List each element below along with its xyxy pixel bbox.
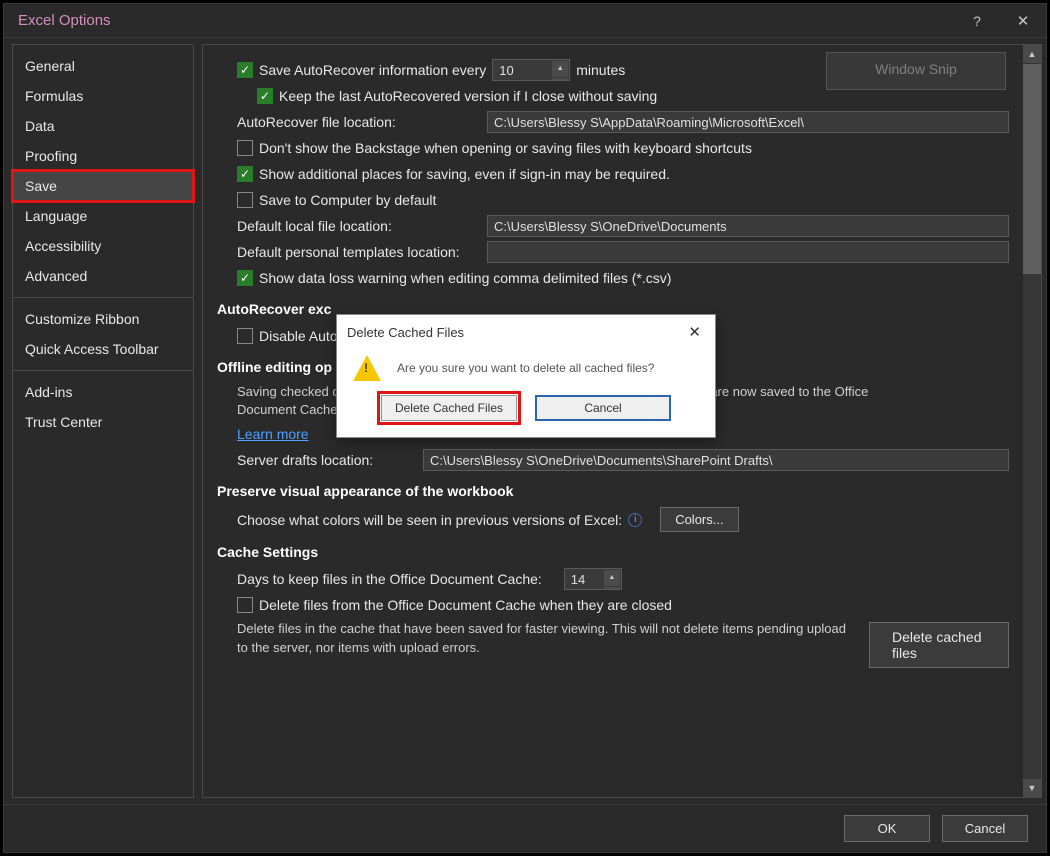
label-server-drafts: Server drafts location: xyxy=(237,452,417,468)
spin-up-icon[interactable]: ▲ xyxy=(604,570,620,586)
sidebar-item-data[interactable]: Data xyxy=(13,111,193,141)
sidebar-item-formulas[interactable]: Formulas xyxy=(13,81,193,111)
spin-down-icon[interactable]: ▼ xyxy=(604,587,620,590)
dialog-close-button[interactable]: ✕ xyxy=(684,323,705,341)
section-preserve-appearance: Preserve visual appearance of the workbo… xyxy=(217,483,1009,499)
ok-button[interactable]: OK xyxy=(844,815,930,842)
colors-button[interactable]: Colors... xyxy=(660,507,738,532)
chk-keep-last-autorecover[interactable] xyxy=(257,88,273,104)
footer: OK Cancel xyxy=(4,804,1046,852)
scrollbar[interactable]: ▲ ▼ xyxy=(1023,45,1041,797)
sidebar-item-language[interactable]: Language xyxy=(13,201,193,231)
chk-additional-places[interactable] xyxy=(237,166,253,182)
chk-delete-on-close[interactable] xyxy=(237,597,253,613)
sidebar-item-advanced[interactable]: Advanced xyxy=(13,261,193,291)
sidebar-item-general[interactable]: General xyxy=(13,51,193,81)
sidebar-item-accessibility[interactable]: Accessibility xyxy=(13,231,193,261)
delete-cached-files-dialog: Delete Cached Files ✕ Are you sure you w… xyxy=(336,314,716,438)
chk-csv-warn[interactable] xyxy=(237,270,253,286)
input-default-templates[interactable] xyxy=(487,241,1009,263)
dialog-message: Are you sure you want to delete all cach… xyxy=(397,361,654,375)
info-icon[interactable]: i xyxy=(628,513,642,527)
label-default-local: Default local file location: xyxy=(237,218,481,234)
cache-note: Delete files in the cache that have been… xyxy=(237,620,857,656)
spin-up-icon[interactable]: ▲ xyxy=(552,61,568,77)
label-disable-ar: Disable Auto xyxy=(259,328,338,344)
label-save-autorecover: Save AutoRecover information every xyxy=(259,62,486,78)
delete-cached-files-button[interactable]: Delete cached files xyxy=(869,622,1009,668)
input-server-drafts[interactable]: C:\Users\Blessy S\OneDrive\Documents\Sha… xyxy=(423,449,1009,471)
sidebar-item-proofing[interactable]: Proofing xyxy=(13,141,193,171)
label-no-backstage: Don't show the Backstage when opening or… xyxy=(259,140,752,156)
cancel-button[interactable]: Cancel xyxy=(942,815,1028,842)
sidebar-item-save[interactable]: Save xyxy=(13,171,193,201)
scroll-down-icon[interactable]: ▼ xyxy=(1023,779,1041,797)
spin-down-icon[interactable]: ▼ xyxy=(552,78,568,81)
label-choose-colors: Choose what colors will be seen in previ… xyxy=(237,512,622,528)
label-delete-on-close: Delete files from the Office Document Ca… xyxy=(259,597,672,613)
warning-icon xyxy=(353,355,381,381)
spinner-days-cache[interactable]: 14 ▲▼ xyxy=(564,568,622,590)
input-default-local[interactable]: C:\Users\Blessy S\OneDrive\Documents xyxy=(487,215,1009,237)
sidebar: General Formulas Data Proofing Save Lang… xyxy=(12,44,194,798)
label-additional-places: Show additional places for saving, even … xyxy=(259,166,670,182)
sidebar-item-quick-access[interactable]: Quick Access Toolbar xyxy=(13,334,193,364)
section-cache-settings: Cache Settings xyxy=(217,544,1009,560)
sidebar-item-customize-ribbon[interactable]: Customize Ribbon xyxy=(13,304,193,334)
chk-disable-ar[interactable] xyxy=(237,328,253,344)
label-default-templates: Default personal templates location: xyxy=(237,244,481,260)
label-keep-last: Keep the last AutoRecovered version if I… xyxy=(279,88,657,104)
dialog-cancel-button[interactable]: Cancel xyxy=(535,395,671,421)
dialog-confirm-button[interactable]: Delete Cached Files xyxy=(381,395,517,421)
window-snip-overlay: Window Snip xyxy=(826,52,1006,90)
help-button[interactable]: ? xyxy=(954,4,1000,38)
label-ar-location: AutoRecover file location: xyxy=(237,114,481,130)
label-save-to-computer: Save to Computer by default xyxy=(259,192,436,208)
label-csv-warn: Show data loss warning when editing comm… xyxy=(259,270,671,286)
label-minutes: minutes xyxy=(576,62,625,78)
scroll-up-icon[interactable]: ▲ xyxy=(1023,45,1041,63)
link-learn-more[interactable]: Learn more xyxy=(237,426,309,442)
dialog-titlebar: Delete Cached Files ✕ xyxy=(337,315,715,349)
titlebar: Excel Options ? ✕ xyxy=(4,4,1046,38)
chk-no-backstage[interactable] xyxy=(237,140,253,156)
window-title: Excel Options xyxy=(18,12,111,29)
chk-save-autorecover[interactable] xyxy=(237,62,253,78)
sidebar-item-addins[interactable]: Add-ins xyxy=(13,377,193,407)
dialog-title: Delete Cached Files xyxy=(347,325,464,340)
close-button[interactable]: ✕ xyxy=(1000,4,1046,38)
scroll-thumb[interactable] xyxy=(1023,64,1041,274)
input-ar-location[interactable]: C:\Users\Blessy S\AppData\Roaming\Micros… xyxy=(487,111,1009,133)
chk-save-to-computer[interactable] xyxy=(237,192,253,208)
label-days-cache: Days to keep files in the Office Documen… xyxy=(237,571,542,587)
sidebar-item-trust-center[interactable]: Trust Center xyxy=(13,407,193,437)
spinner-autorecover-minutes[interactable]: 10 ▲▼ xyxy=(492,59,570,81)
